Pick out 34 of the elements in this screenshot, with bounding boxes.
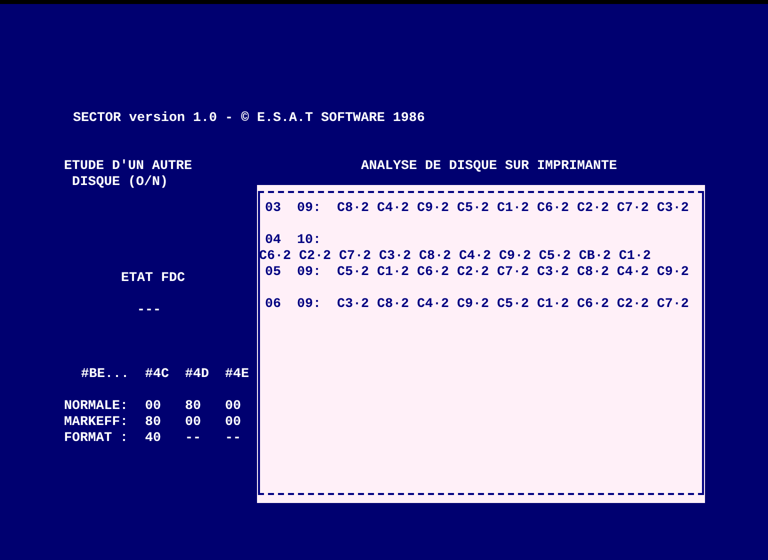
column-header: #4C: [145, 367, 170, 383]
track-number: 06: [265, 297, 282, 313]
sector-list: C3·2 C8·2 C4·2 C9·2 C5·2 C1·2 C6·2 C2·2 C7·2: [337, 297, 689, 313]
table-cell-text: 00: [225, 399, 242, 415]
sector-list: C6·2 C2·2 C7·2 C3·2 C8·2 C4·2 C9·2 C5·2 CB·2 C1·2: [259, 249, 651, 265]
sector-count: 09:: [297, 265, 322, 281]
fdc-status-value: ---: [137, 303, 162, 319]
row-label: NORMALE:: [64, 399, 129, 415]
prompt-text: ETUDE D'UN AUTRE: [64, 159, 193, 175]
column-header: #BE...: [80, 367, 130, 383]
table-cell-text: 80: [185, 399, 202, 415]
sector-count: 09:: [297, 297, 322, 313]
column-header: #4D: [185, 367, 210, 383]
sector-list: C5·2 C1·2 C6·2 C2·2 C7·2 C3·2 C8·2 C4·2 C9·2: [337, 265, 689, 281]
table-cell-text: 00: [225, 415, 242, 431]
row-label: MARKEFF:: [64, 415, 129, 431]
table-cell-text: --: [225, 431, 242, 447]
sector-count: 09:: [297, 201, 322, 217]
sector-count: 10:: [297, 233, 322, 249]
row-label: FORMAT :: [64, 431, 129, 447]
table-cell-text: 00: [185, 415, 202, 431]
table-cell-text: 00: [145, 399, 162, 415]
table-cell-text: 80: [145, 415, 162, 431]
fdc-status-title: ETAT FDC: [121, 271, 186, 287]
program-title: SECTOR version 1.0 - © E.S.A.T SOFTWARE 1986: [73, 111, 426, 127]
column-header: #4E: [225, 367, 250, 383]
panel-header: ANALYSE DE DISQUE SUR IMPRIMANTE: [361, 159, 618, 175]
track-number: 05: [265, 265, 282, 281]
track-number: 04: [265, 233, 282, 249]
sector-list: C8·2 C4·2 C9·2 C5·2 C1·2 C6·2 C2·2 C7·2 C3·2: [337, 201, 689, 217]
table-cell-text: 40: [145, 431, 162, 447]
table-cell-text: --: [185, 431, 202, 447]
track-number: 03: [265, 201, 282, 217]
prompt-text: DISQUE (O/N): [72, 175, 169, 191]
